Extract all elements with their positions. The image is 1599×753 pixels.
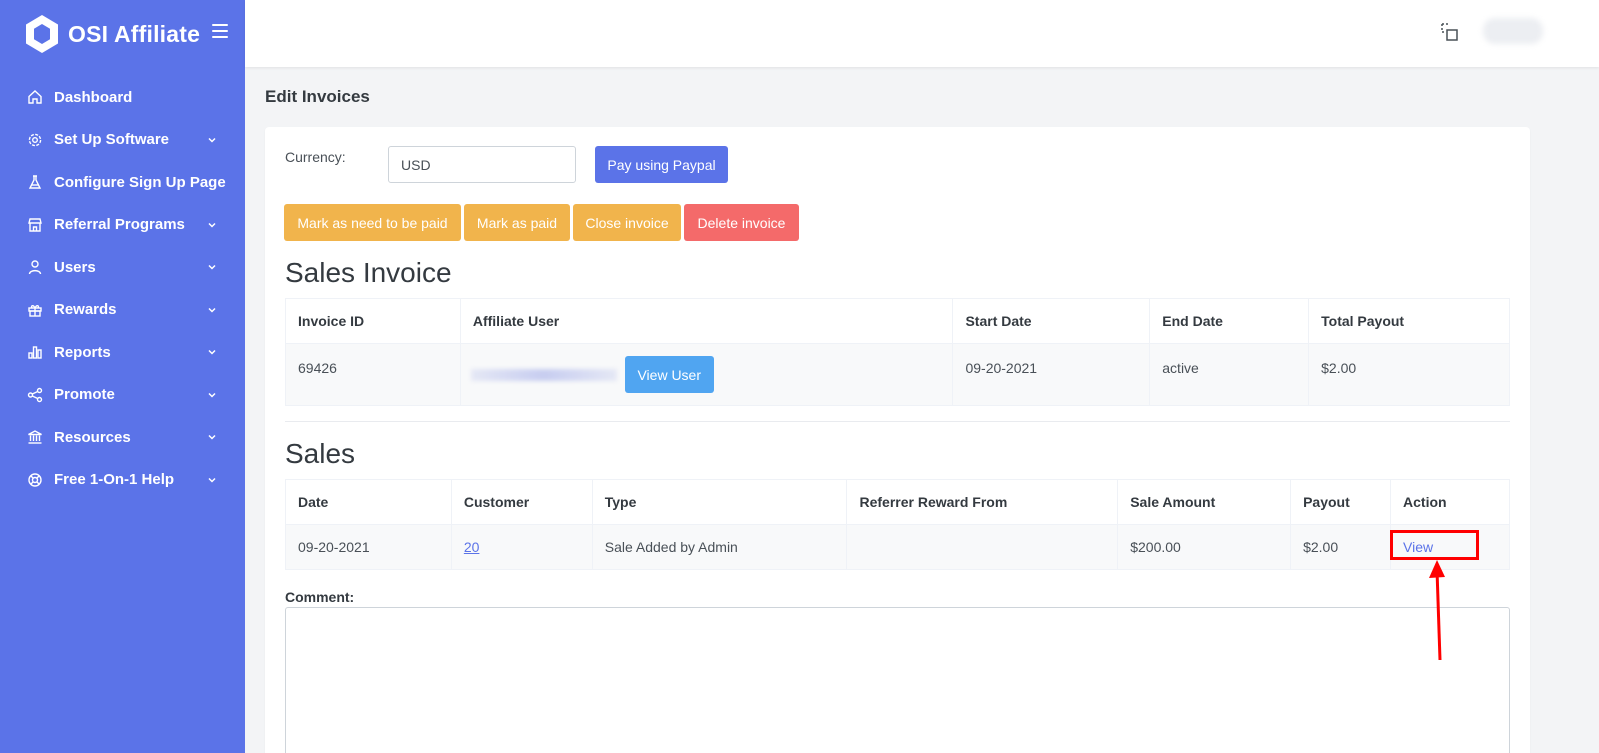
table-row: 09-20-2021 20 Sale Added by Admin $200.0… <box>285 524 1510 570</box>
col-header: Affiliate User <box>459 298 954 344</box>
currency-label: Currency: <box>285 149 346 165</box>
customer-link[interactable]: 20 <box>464 539 480 555</box>
col-header: Date <box>285 479 452 525</box>
view-sale-link[interactable]: View <box>1403 539 1433 555</box>
sales-invoice-title: Sales Invoice <box>285 257 452 288</box>
sidebar-item-reports[interactable]: Reports <box>0 331 245 374</box>
col-header: Start Date <box>952 298 1151 344</box>
sidebar-item-label: Resources <box>54 428 131 446</box>
col-header: Payout <box>1290 479 1392 525</box>
sidebar-item-promote[interactable]: Promote <box>0 374 245 417</box>
osi-logo-icon <box>26 15 58 53</box>
home-icon <box>27 89 43 105</box>
page-title: Edit Invoices <box>265 87 370 106</box>
mark-paid-button[interactable]: Mark as paid <box>464 204 570 241</box>
sidebar-item-resources[interactable]: Resources <box>0 416 245 459</box>
menu-toggle-icon[interactable] <box>212 24 228 40</box>
lifebuoy-icon <box>27 472 43 488</box>
chevron-down-icon <box>208 137 216 143</box>
end-date-cell: active <box>1149 343 1310 406</box>
sale-amount-cell: $200.00 <box>1117 524 1292 570</box>
gear-icon <box>27 132 43 148</box>
invoice-id-cell: 69426 <box>285 343 461 406</box>
type-cell: Sale Added by Admin <box>591 524 848 570</box>
user-avatar[interactable] <box>1483 18 1543 44</box>
col-header: Referrer Reward From <box>846 479 1119 525</box>
col-header: End Date <box>1149 298 1310 344</box>
chevron-down-icon <box>208 222 216 228</box>
affiliate-user-cell: View User <box>459 343 954 406</box>
sidebar-item-referral-programs[interactable]: Referral Programs <box>0 204 245 247</box>
sidebar-item-dashboard[interactable]: Dashboard <box>0 76 245 119</box>
action-cell: View <box>1390 524 1510 570</box>
flask-icon <box>27 174 43 190</box>
col-header: Sale Amount <box>1117 479 1292 525</box>
delete-invoice-button[interactable]: Delete invoice <box>684 204 799 241</box>
customer-cell: 20 <box>450 524 593 570</box>
bar-chart-icon <box>27 344 43 360</box>
gift-icon <box>27 302 43 318</box>
table-header-row: Invoice ID Affiliate User Start Date End… <box>285 298 1510 344</box>
sales-title: Sales <box>285 438 356 469</box>
col-header: Invoice ID <box>285 298 461 344</box>
col-header: Customer <box>450 479 593 525</box>
start-date-cell: 09-20-2021 <box>952 343 1151 406</box>
topbar <box>245 0 1599 67</box>
chevron-down-icon <box>208 477 216 483</box>
sidebar-item-rewards[interactable]: Rewards <box>0 289 245 332</box>
total-payout-cell: $2.00 <box>1308 343 1510 406</box>
sidebar-item-free-help[interactable]: Free 1-On-1 Help <box>0 459 245 502</box>
table-header-row: Date Customer Type Referrer Reward From … <box>285 479 1510 525</box>
sidebar-item-label: Promote <box>54 386 115 404</box>
store-icon <box>27 217 43 233</box>
sidebar-item-label: Free 1-On-1 Help <box>54 471 175 489</box>
chevron-down-icon <box>208 265 216 270</box>
chevron-down-icon <box>208 350 216 355</box>
view-user-button[interactable]: View User <box>624 356 714 393</box>
referrer-reward-cell <box>846 524 1119 570</box>
fullscreen-icon[interactable] <box>1440 22 1460 42</box>
sidebar-item-configure-sign-up-page[interactable]: Configure Sign Up Page <box>0 161 245 204</box>
sale-date-cell: 09-20-2021 <box>285 524 452 570</box>
section-divider <box>285 421 1510 422</box>
comment-textarea[interactable] <box>285 607 1510 753</box>
chevron-down-icon <box>208 392 216 398</box>
affiliate-user-name <box>470 368 617 381</box>
col-header: Type <box>591 479 848 525</box>
table-row: 69426 View User 09-20-2021 active $2.00 <box>285 343 1510 406</box>
col-header: Action <box>1390 479 1510 525</box>
brand[interactable]: OSI Affiliate <box>24 14 200 54</box>
invoice-table: Invoice ID Affiliate User Start Date End… <box>285 298 1510 406</box>
brand-name: OSI Affiliate <box>68 20 201 47</box>
currency-input[interactable] <box>388 146 576 183</box>
sidebar-item-label: Reports <box>54 343 111 361</box>
comment-label: Comment: <box>285 589 355 605</box>
mark-need-paid-button[interactable]: Mark as need to be paid <box>284 204 461 241</box>
sidebar-item-label: Referral Programs <box>54 216 185 234</box>
sidebar-item-label: Users <box>54 258 96 276</box>
chevron-down-icon <box>208 435 216 440</box>
sidebar-item-label: Set Up Software <box>54 131 170 149</box>
col-header: Total Payout <box>1308 298 1510 344</box>
sidebar-item-label: Dashboard <box>54 88 133 106</box>
sidebar-nav: Dashboard Set Up Software Configure Sign… <box>0 76 245 501</box>
chevron-down-icon <box>208 307 216 313</box>
close-invoice-button[interactable]: Close invoice <box>573 204 681 241</box>
bank-icon <box>27 429 43 445</box>
share-icon <box>27 387 43 403</box>
sidebar-item-set-up-software[interactable]: Set Up Software <box>0 119 245 162</box>
invoice-card: Currency: Pay using Paypal Mark as need … <box>265 127 1530 753</box>
sidebar-item-label: Rewards <box>54 301 117 319</box>
user-icon <box>27 259 43 275</box>
sales-table: Date Customer Type Referrer Reward From … <box>285 479 1510 570</box>
sidebar-item-users[interactable]: Users <box>0 246 245 289</box>
pay-paypal-button[interactable]: Pay using Paypal <box>595 146 728 183</box>
payout-cell: $2.00 <box>1290 524 1392 570</box>
sidebar-item-label: Configure Sign Up Page <box>54 173 226 191</box>
sidebar: OSI Affiliate Dashboard Set Up Software … <box>0 0 245 753</box>
